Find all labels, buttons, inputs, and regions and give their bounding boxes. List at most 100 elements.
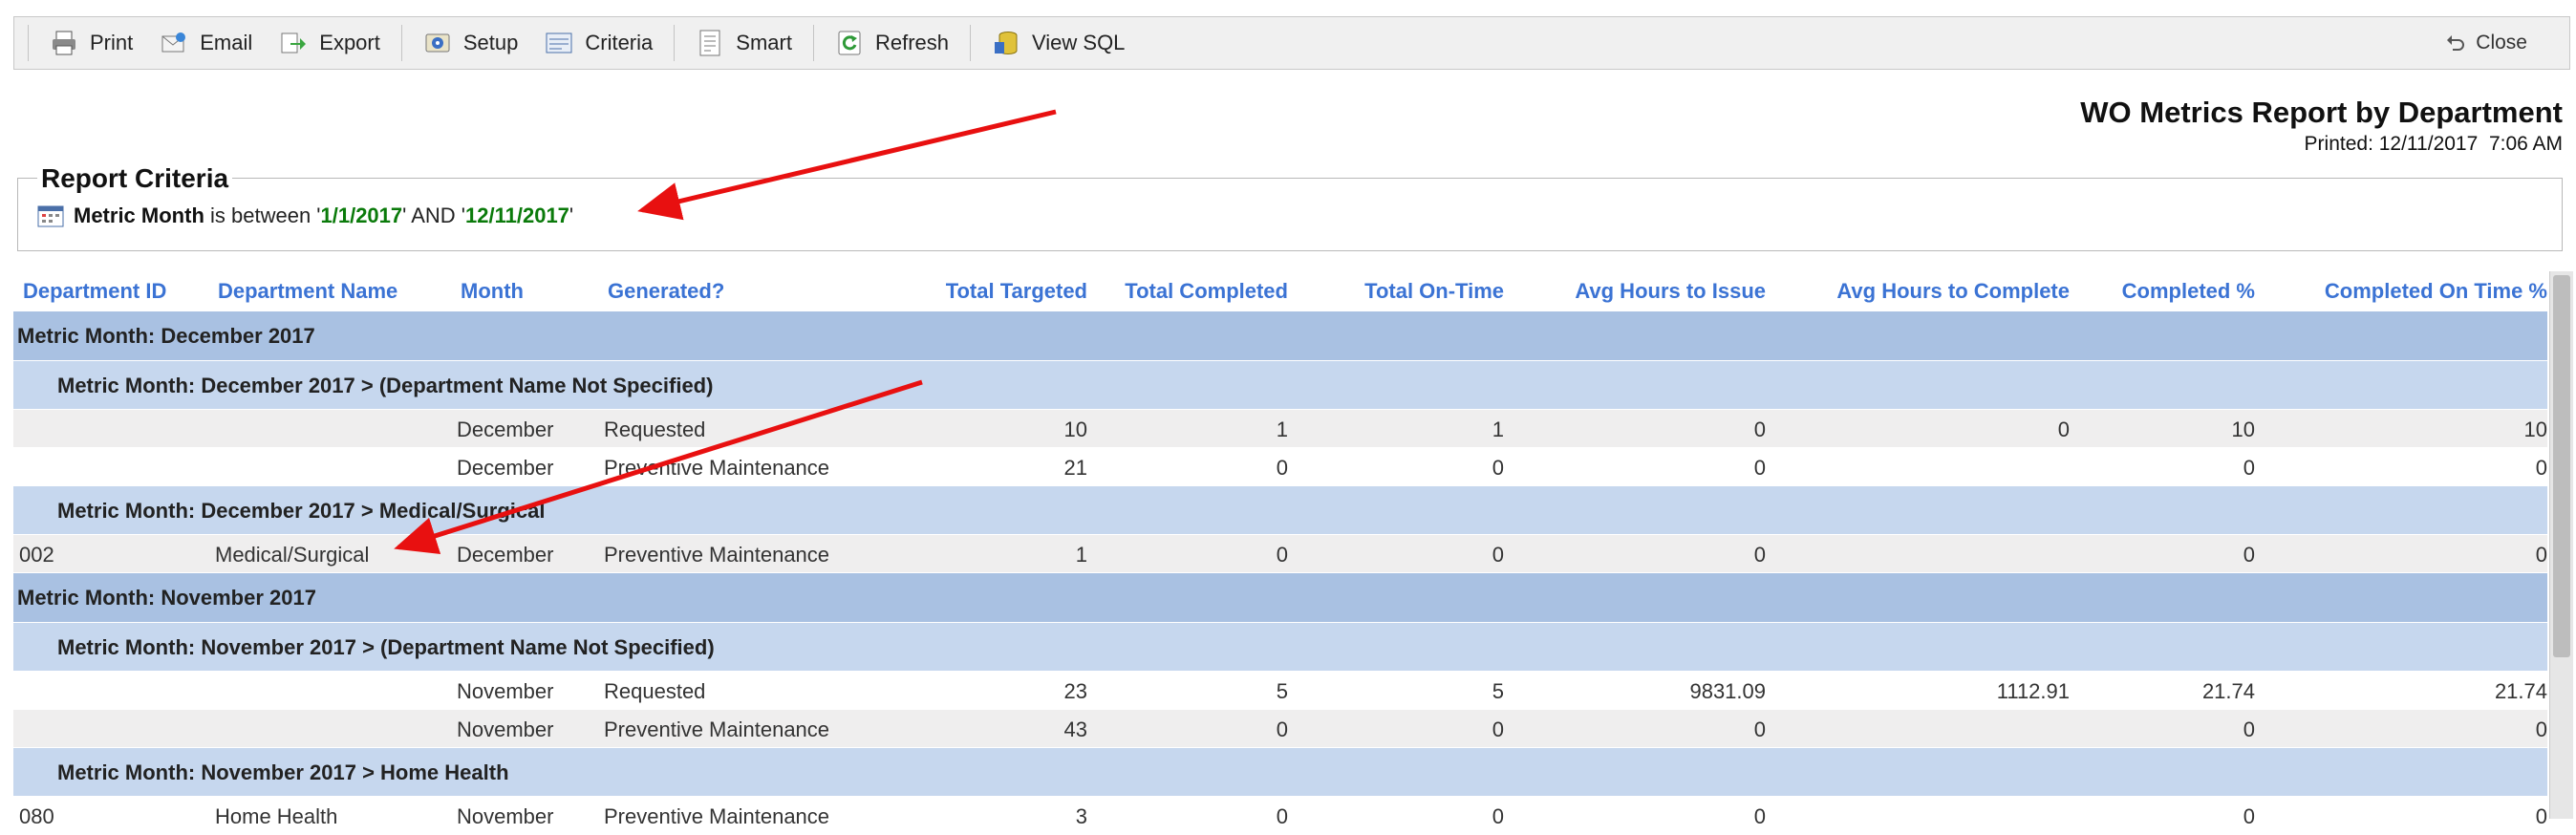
group-label: Metric Month: December 2017: [17, 324, 315, 348]
toolbar-separator: [400, 25, 402, 61]
col-generated[interactable]: Generated?: [608, 279, 724, 304]
criteria-button[interactable]: Criteria: [531, 24, 666, 62]
criteria-quote: ': [569, 203, 574, 227]
toolbar-separator: [674, 25, 676, 61]
cell-avg-issue: 0: [1753, 418, 1766, 441]
export-button[interactable]: Export: [266, 24, 394, 62]
cell-total-completed: 0: [1276, 543, 1288, 567]
table-row[interactable]: 080 Home Health November Preventive Main…: [13, 797, 2547, 835]
table-row[interactable]: November Preventive Maintenance 43 0 0 0…: [13, 710, 2547, 748]
email-label: Email: [200, 31, 253, 54]
criteria-line: Metric Month is between ' 1/1/2017 ' AND '…: [37, 203, 573, 228]
cell-month: November: [457, 717, 554, 741]
group-label: Metric Month: November 2017 > (Departmen…: [57, 635, 715, 659]
col-avg-hours-issue[interactable]: Avg Hours to Issue: [1575, 279, 1766, 304]
table-row[interactable]: December Requested 10 1 1 0 0 10 10: [13, 410, 2547, 448]
print-button[interactable]: Print: [36, 24, 146, 62]
group-header-department[interactable]: Metric Month: December 2017 > Medical/Su…: [13, 486, 2547, 535]
group-label: Metric Month: December 2017 > Medical/Su…: [57, 499, 546, 523]
col-avg-hours-complete[interactable]: Avg Hours to Complete: [1836, 279, 2070, 304]
criteria-operator: is between: [204, 203, 317, 227]
col-total-on-time[interactable]: Total On-Time: [1364, 279, 1504, 304]
refresh-button[interactable]: Refresh: [822, 24, 962, 62]
col-month[interactable]: Month: [461, 279, 524, 304]
cell-total-targeted: 21: [1063, 456, 1087, 480]
cell-month: December: [457, 456, 554, 480]
calendar-icon: [37, 205, 64, 227]
cell-generated: Preventive Maintenance: [604, 717, 830, 741]
printer-icon: [53, 31, 75, 55]
cell-completed-pct: 0: [2243, 543, 2255, 567]
print-label: Print: [90, 31, 134, 54]
setup-button[interactable]: Setup: [410, 24, 532, 62]
report-grid: Department ID Department Name Month Gene…: [13, 271, 2547, 835]
cell-ontime-pct: 0: [2535, 456, 2547, 480]
cell-total-targeted: 23: [1063, 679, 1087, 703]
export-icon: [281, 32, 307, 54]
view-sql-button[interactable]: View SQL: [978, 24, 1138, 62]
group-header-department[interactable]: Metric Month: December 2017 > (Departmen…: [13, 361, 2547, 410]
close-icon: [2447, 35, 2465, 51]
col-completed-on-time-pct[interactable]: Completed On Time %: [2325, 279, 2547, 304]
cell-dept-id: 002: [19, 543, 54, 567]
col-department-name[interactable]: Department Name: [218, 279, 397, 304]
cell-month: November: [457, 679, 554, 703]
cell-generated: Preventive Maintenance: [604, 543, 830, 567]
col-total-completed[interactable]: Total Completed: [1125, 279, 1288, 304]
group-label: Metric Month: December 2017 > (Departmen…: [57, 374, 714, 397]
printed-timestamp: Printed: 12/11/2017 7:06 AM: [2304, 133, 2563, 155]
cell-total-on-time: 1: [1492, 418, 1504, 441]
smart-icon: [699, 30, 720, 56]
criteria-and: ' AND ': [402, 203, 466, 227]
group-header-department[interactable]: Metric Month: November 2017 > (Departmen…: [13, 623, 2547, 672]
cell-total-on-time: 0: [1492, 456, 1504, 480]
group-label: Metric Month: November 2017: [17, 586, 316, 610]
cell-month: November: [457, 804, 554, 828]
cell-dept-id: 080: [19, 804, 54, 828]
group-label: Metric Month: November 2017 > Home Healt…: [57, 760, 509, 784]
criteria-end-date: 12/11/2017: [465, 203, 569, 227]
close-label: Close: [2476, 32, 2527, 54]
email-icon: [161, 32, 186, 53]
cell-total-on-time: 0: [1492, 804, 1504, 828]
cell-avg-issue: 0: [1753, 543, 1766, 567]
cell-total-completed: 0: [1276, 717, 1288, 741]
cell-total-completed: 0: [1276, 804, 1288, 828]
criteria-field: Metric Month: [74, 203, 204, 227]
scrollbar-thumb[interactable]: [2553, 275, 2570, 657]
database-icon: [995, 32, 1018, 54]
setup-icon: [425, 33, 450, 53]
view-sql-label: View SQL: [1032, 31, 1126, 54]
toolbar-separator: [812, 25, 814, 61]
cell-completed-pct: 0: [2243, 456, 2255, 480]
email-button[interactable]: Email: [146, 24, 266, 62]
cell-avg-issue: 0: [1753, 804, 1766, 828]
smart-button[interactable]: Smart: [682, 24, 805, 62]
vertical-scrollbar[interactable]: [2549, 271, 2573, 819]
header-row: Department ID Department Name Month Gene…: [13, 271, 2547, 311]
group-header-month[interactable]: Metric Month: December 2017: [13, 311, 2547, 361]
group-header-month[interactable]: Metric Month: November 2017: [13, 573, 2547, 623]
close-button[interactable]: Close: [2445, 32, 2569, 54]
col-completed-pct[interactable]: Completed %: [2122, 279, 2255, 304]
cell-ontime-pct: 0: [2535, 717, 2547, 741]
cell-total-targeted: 1: [1075, 543, 1087, 567]
toolbar-separator: [28, 25, 29, 61]
col-department-id[interactable]: Department ID: [23, 279, 166, 304]
cell-total-completed: 1: [1276, 418, 1288, 441]
cell-completed-pct: 21.74: [2201, 679, 2255, 703]
export-label: Export: [319, 31, 380, 54]
cell-total-on-time: 0: [1492, 717, 1504, 741]
col-total-targeted[interactable]: Total Targeted: [946, 279, 1087, 304]
report-title: WO Metrics Report by Department: [2080, 96, 2563, 129]
table-row[interactable]: December Preventive Maintenance 21 0 0 0…: [13, 448, 2547, 486]
cell-month: December: [457, 543, 554, 567]
table-row[interactable]: November Requested 23 5 5 9831.09 1112.9…: [13, 672, 2547, 710]
cell-ontime-pct: 0: [2535, 804, 2547, 828]
table-row[interactable]: 002 Medical/Surgical December Preventive…: [13, 535, 2547, 573]
cell-completed-pct: 0: [2243, 804, 2255, 828]
refresh-label: Refresh: [874, 31, 949, 54]
cell-avg-issue: 0: [1753, 717, 1766, 741]
group-header-department[interactable]: Metric Month: November 2017 > Home Healt…: [13, 748, 2547, 797]
cell-ontime-pct: 21.74: [2494, 679, 2547, 703]
